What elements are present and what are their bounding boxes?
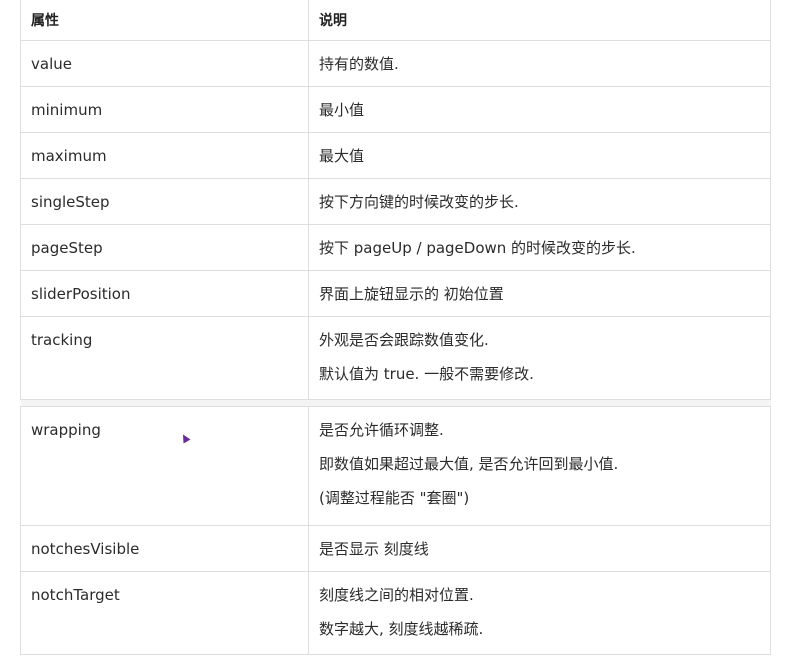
property-name: sliderPosition	[31, 285, 131, 303]
description-line: 持有的数值.	[319, 55, 399, 73]
description-line: 是否显示 刻度线	[319, 540, 429, 558]
property-name: maximum	[31, 147, 107, 165]
description-line: 刻度线之间的相对位置.	[319, 586, 474, 604]
property-name: minimum	[31, 101, 103, 119]
separator-cell	[308, 399, 771, 407]
description-line: 按下方向键的时候改变的步长.	[319, 193, 519, 211]
property-name: pageStep	[31, 239, 103, 257]
row-separator	[20, 399, 771, 407]
table-row: wrapping 是否允许循环调整. 即数值如果超过最大值, 是否允许回到最小值…	[20, 406, 771, 526]
property-cell: minimum	[20, 86, 309, 133]
table-row: minimum 最小值	[20, 86, 771, 133]
description-line: 最大值	[319, 147, 365, 165]
header-property: 属性	[20, 0, 309, 41]
table-row: sliderPosition 界面上旋钮显示的 初始位置	[20, 270, 771, 317]
document-page: 属性 说明 value 持有的数值. minimum 最小值 maximum 最…	[0, 0, 794, 658]
table-row: maximum 最大值	[20, 132, 771, 179]
property-cell: notchesVisible	[20, 525, 309, 572]
property-table-container: 属性 说明 value 持有的数值. minimum 最小值 maximum 最…	[20, 0, 771, 658]
description-cell: 最小值	[308, 86, 771, 133]
property-name: value	[31, 55, 72, 73]
property-cell: pageStep	[20, 224, 309, 271]
header-property-label: 属性	[31, 13, 59, 29]
description-cell: 界面上旋钮显示的 初始位置	[308, 270, 771, 317]
property-cell: wrapping	[20, 406, 309, 526]
description-line: 即数值如果超过最大值, 是否允许回到最小值.	[319, 455, 619, 473]
property-table: 属性 说明 value 持有的数值. minimum 最小值 maximum 最…	[20, 0, 771, 655]
description-cell: 刻度线之间的相对位置. 数字越大, 刻度线越稀疏.	[308, 571, 771, 655]
property-cell: notchTarget	[20, 571, 309, 655]
property-name: wrapping	[31, 421, 101, 439]
separator-cell	[20, 399, 309, 407]
description-cell: 是否允许循环调整. 即数值如果超过最大值, 是否允许回到最小值. (调整过程能否…	[308, 406, 771, 526]
description-line: 按下 pageUp / pageDown 的时候改变的步长.	[319, 239, 636, 257]
table-row: singleStep 按下方向键的时候改变的步长.	[20, 178, 771, 225]
property-cell: value	[20, 40, 309, 87]
description-line: 数字越大, 刻度线越稀疏.	[319, 620, 484, 638]
property-cell: singleStep	[20, 178, 309, 225]
property-name: singleStep	[31, 193, 110, 211]
description-cell: 外观是否会跟踪数值变化. 默认值为 true. 一般不需要修改.	[308, 316, 771, 400]
table-header-row: 属性 说明	[20, 0, 771, 41]
description-cell: 是否显示 刻度线	[308, 525, 771, 572]
description-line: 外观是否会跟踪数值变化.	[319, 331, 489, 349]
property-name: notchesVisible	[31, 540, 140, 558]
property-cell: maximum	[20, 132, 309, 179]
description-line: 是否允许循环调整.	[319, 421, 444, 439]
description-line: 最小值	[319, 101, 365, 119]
table-row: tracking 外观是否会跟踪数值变化. 默认值为 true. 一般不需要修改…	[20, 316, 771, 400]
property-cell: sliderPosition	[20, 270, 309, 317]
header-description-label: 说明	[319, 13, 347, 29]
table-row: value 持有的数值.	[20, 40, 771, 87]
property-name: tracking	[31, 331, 93, 349]
table-row: notchTarget 刻度线之间的相对位置. 数字越大, 刻度线越稀疏.	[20, 571, 771, 655]
description-cell: 最大值	[308, 132, 771, 179]
description-cell: 持有的数值.	[308, 40, 771, 87]
table-row: notchesVisible 是否显示 刻度线	[20, 525, 771, 572]
description-cell: 按下方向键的时候改变的步长.	[308, 178, 771, 225]
table-row: pageStep 按下 pageUp / pageDown 的时候改变的步长.	[20, 224, 771, 271]
property-name: notchTarget	[31, 586, 120, 604]
description-cell: 按下 pageUp / pageDown 的时候改变的步长.	[308, 224, 771, 271]
description-line: (调整过程能否 "套圈")	[319, 489, 470, 507]
property-cell: tracking	[20, 316, 309, 400]
description-line: 默认值为 true. 一般不需要修改.	[319, 365, 534, 383]
description-line: 界面上旋钮显示的 初始位置	[319, 285, 504, 303]
header-description: 说明	[308, 0, 771, 41]
